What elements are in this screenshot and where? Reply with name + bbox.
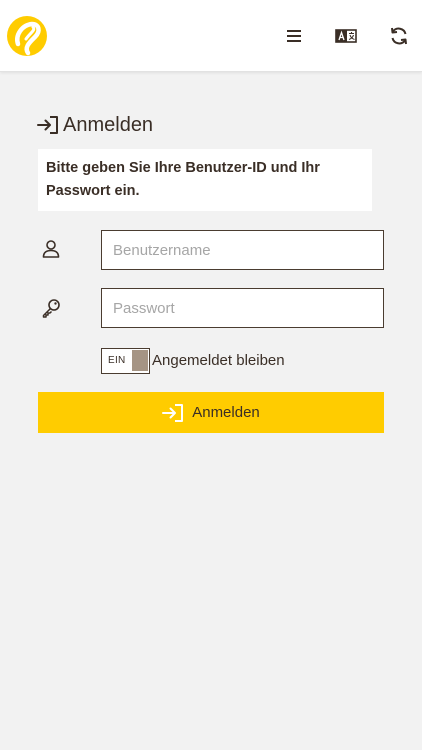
remember-me-label[interactable]: Angemeldet bleiben — [152, 352, 285, 369]
top-bar — [0, 0, 422, 72]
hamburger-menu-icon — [287, 30, 301, 42]
username-input[interactable] — [101, 230, 384, 270]
language-switch-icon — [335, 29, 357, 43]
user-icon — [41, 239, 61, 259]
login-notice: Bitte geben Sie Ihre Benutzer-ID und Ihr… — [38, 149, 372, 211]
remember-me-toggle[interactable]: EIN — [101, 348, 150, 374]
refresh-button[interactable] — [387, 24, 411, 48]
sign-in-icon — [162, 403, 184, 422]
toggle-knob — [132, 350, 148, 371]
key-icon — [41, 298, 61, 318]
page-title-text: Anmelden — [63, 113, 154, 136]
password-input[interactable] — [101, 288, 384, 328]
toggle-state-label: EIN — [108, 355, 126, 366]
logo-icon[interactable] — [6, 15, 48, 57]
login-button[interactable]: Anmelden — [38, 392, 384, 433]
refresh-icon — [391, 27, 407, 45]
sign-in-icon — [37, 116, 58, 134]
menu-button[interactable] — [282, 24, 306, 48]
language-button[interactable] — [334, 24, 358, 48]
page-title: Anmelden — [37, 112, 153, 138]
login-button-label: Anmelden — [192, 404, 260, 421]
